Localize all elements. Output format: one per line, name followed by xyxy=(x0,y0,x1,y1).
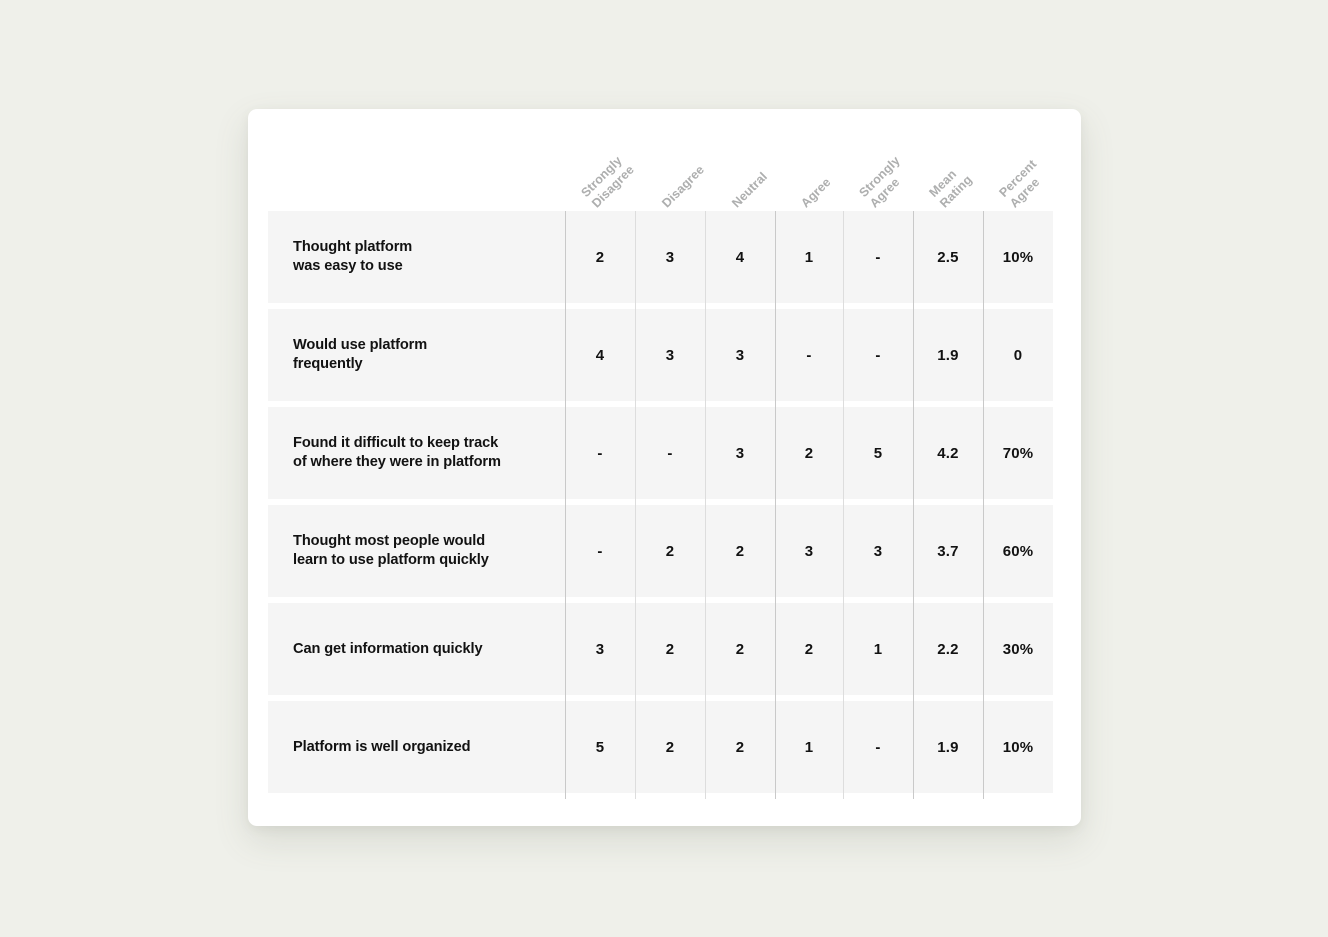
cell-strongly-disagree: 4 xyxy=(595,346,605,364)
cell-disagree: 3 xyxy=(665,346,675,364)
cell-disagree: - xyxy=(667,444,673,462)
column-header-label: Neutral xyxy=(729,169,771,211)
cell-strongly-agree: 3 xyxy=(873,542,883,560)
table-row[interactable]: Found it difficult to keep track of wher… xyxy=(268,407,1053,499)
cell-strongly-agree: - xyxy=(875,738,881,756)
table-body: Thought platform was easy to use 2 3 4 1 - 2.5… xyxy=(268,211,1053,799)
cell-strongly-disagree: 2 xyxy=(595,248,605,266)
cell-strongly-agree: - xyxy=(875,346,881,364)
screen: Strongly Disagree Disagree Neutral Agree Str… xyxy=(0,0,1328,937)
cell-agree: 2 xyxy=(804,444,814,462)
column-divider xyxy=(983,211,984,799)
cell-mean-rating: 2.2 xyxy=(937,640,959,658)
cell-mean-rating: 2.5 xyxy=(937,248,959,266)
cell-percent-agree: 60% xyxy=(1002,542,1034,560)
column-header-label: Mean Rating xyxy=(926,166,976,211)
cell-strongly-agree: - xyxy=(875,248,881,266)
column-divider xyxy=(565,211,566,799)
table-row[interactable]: Thought most people would learn to use p… xyxy=(268,505,1053,597)
cell-neutral: 2 xyxy=(735,640,745,658)
cell-neutral: 3 xyxy=(735,346,745,364)
table-row[interactable]: Would use platform frequently 4 3 3 - - 1.9 0 xyxy=(268,309,1053,401)
cell-neutral: 2 xyxy=(735,542,745,560)
column-divider xyxy=(843,211,844,799)
cell-percent-agree: 0 xyxy=(1013,346,1023,364)
column-divider xyxy=(775,211,776,799)
cell-disagree: 2 xyxy=(665,640,675,658)
column-header-label: Agree xyxy=(798,174,834,211)
cell-agree: - xyxy=(806,346,812,364)
cell-strongly-disagree: - xyxy=(597,444,603,462)
cell-percent-agree: 70% xyxy=(1002,444,1034,462)
table-row[interactable]: Platform is well organized 5 2 2 1 - 1.9 10% xyxy=(268,701,1053,793)
cell-strongly-agree: 1 xyxy=(873,640,883,658)
cell-strongly-disagree: - xyxy=(597,542,603,560)
row-label: Thought most people would learn to use p… xyxy=(293,533,489,568)
cell-disagree: 3 xyxy=(665,248,675,266)
cell-percent-agree: 10% xyxy=(1002,738,1034,756)
row-label: Can get information quickly xyxy=(293,640,483,657)
cell-mean-rating: 1.9 xyxy=(937,346,959,364)
row-label: Would use platform frequently xyxy=(293,337,428,372)
cell-mean-rating: 4.2 xyxy=(937,444,959,462)
cell-mean-rating: 1.9 xyxy=(937,738,959,756)
cell-agree: 3 xyxy=(804,542,814,560)
column-header-label: Strongly Agree xyxy=(856,153,903,211)
row-label: Found it difficult to keep track of wher… xyxy=(293,435,501,470)
row-label: Thought platform was easy to use xyxy=(293,239,413,274)
column-divider xyxy=(913,211,914,799)
survey-results-card: Strongly Disagree Disagree Neutral Agree Str… xyxy=(248,109,1081,826)
cell-neutral: 4 xyxy=(735,248,745,266)
cell-agree: 1 xyxy=(804,738,814,756)
cell-neutral: 3 xyxy=(735,444,745,462)
cell-mean-rating: 3.7 xyxy=(937,542,959,560)
cell-neutral: 2 xyxy=(735,738,745,756)
row-label: Platform is well organized xyxy=(293,738,471,755)
table-row[interactable]: Thought platform was easy to use 2 3 4 1 - 2.5… xyxy=(268,211,1053,303)
cell-percent-agree: 10% xyxy=(1002,248,1034,266)
column-header-label: Percent Agree xyxy=(996,156,1043,211)
cell-strongly-disagree: 5 xyxy=(595,738,605,756)
cell-agree: 1 xyxy=(804,248,814,266)
cell-percent-agree: 30% xyxy=(1002,640,1034,658)
column-header-label: Strongly Disagree xyxy=(578,153,638,211)
table-header-row: Strongly Disagree Disagree Neutral Agree Str… xyxy=(248,109,1081,211)
column-divider xyxy=(635,211,636,799)
column-divider xyxy=(705,211,706,799)
cell-strongly-agree: 5 xyxy=(873,444,883,462)
column-header-label: Disagree xyxy=(659,162,708,211)
cell-disagree: 2 xyxy=(665,542,675,560)
cell-agree: 2 xyxy=(804,640,814,658)
cell-strongly-disagree: 3 xyxy=(595,640,605,658)
table-row[interactable]: Can get information quickly 3 2 2 2 1 2.2 30% xyxy=(268,603,1053,695)
cell-disagree: 2 xyxy=(665,738,675,756)
